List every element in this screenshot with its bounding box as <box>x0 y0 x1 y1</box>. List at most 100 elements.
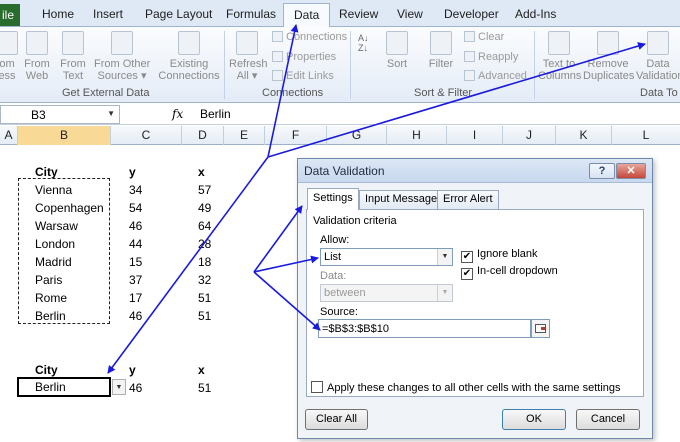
tab-review[interactable]: Review <box>339 7 378 21</box>
from-web-button[interactable]: From Web <box>22 31 52 82</box>
table-cell[interactable]: 44 <box>129 237 142 251</box>
filter-button[interactable]: Filter <box>426 31 456 70</box>
tab-developer[interactable]: Developer <box>444 7 499 21</box>
column-header-a[interactable]: A <box>0 126 18 145</box>
tab-insert[interactable]: Insert <box>93 7 123 21</box>
tab-input-message[interactable]: Input Message <box>359 190 444 209</box>
group-label-connections: Connections <box>262 87 324 99</box>
data-validation-button[interactable]: Data Validation <box>636 31 680 82</box>
column-header-e[interactable]: E <box>224 126 265 145</box>
collapse-dialog-button[interactable] <box>531 319 550 338</box>
from-access-button[interactable]: om ess <box>0 31 18 82</box>
cancel-button[interactable]: Cancel <box>576 409 640 430</box>
checkbox-checked-icon[interactable]: ✔ <box>461 268 473 280</box>
in-cell-dropdown-checkbox[interactable]: ✔ In-cell dropdown <box>461 265 558 280</box>
from-text-button[interactable]: From Text <box>58 31 88 82</box>
column-header-i[interactable]: I <box>447 126 503 145</box>
tab-view[interactable]: View <box>397 7 423 21</box>
column-header-j[interactable]: J <box>503 126 556 145</box>
checkbox-unchecked-icon[interactable] <box>311 381 323 393</box>
tab-formulas[interactable]: Formulas <box>226 7 276 21</box>
reapply-button[interactable]: Reapply <box>464 51 518 63</box>
text-to-columns-button[interactable]: Text to Columns <box>538 31 581 82</box>
column-header-l[interactable]: L <box>612 126 680 145</box>
advanced-filter-button[interactable]: Advanced <box>464 70 527 82</box>
table-cell[interactable]: 46 <box>129 309 142 323</box>
table-cell[interactable]: 64 <box>198 219 211 233</box>
column-header-h[interactable]: H <box>387 126 447 145</box>
apply-to-all-label: Apply these changes to all other cells w… <box>327 382 621 394</box>
ok-button[interactable]: OK <box>502 409 566 430</box>
lookup-y-value[interactable]: 46 <box>129 381 142 395</box>
column-header-d[interactable]: D <box>182 126 224 145</box>
column-header-k[interactable]: K <box>556 126 612 145</box>
sort-az-button[interactable]: A↓ Z↓ <box>358 33 369 53</box>
existing-connections-button[interactable]: Existing Connections <box>158 31 220 82</box>
close-button[interactable]: ✕ <box>616 163 646 179</box>
apply-to-all-checkbox[interactable]: Apply these changes to all other cells w… <box>311 381 621 394</box>
formula-input[interactable]: Berlin <box>200 107 231 121</box>
name-box[interactable]: B3 ▼ <box>0 105 120 124</box>
properties-button[interactable]: Properties <box>272 51 336 63</box>
lookup-x-value[interactable]: 51 <box>198 381 211 395</box>
clear-all-button[interactable]: Clear All <box>305 409 368 430</box>
tab-add-ins[interactable]: Add-Ins <box>515 7 556 21</box>
in-cell-dropdown-label: In-cell dropdown <box>477 265 558 277</box>
table-cell[interactable]: 15 <box>129 255 142 269</box>
table-cell[interactable]: 17 <box>129 291 142 305</box>
table-cell[interactable]: 28 <box>198 237 211 251</box>
from-other-sources-button[interactable]: From Other Sources ▾ <box>94 31 150 82</box>
remove-duplicates-button[interactable]: Remove Duplicates <box>583 31 634 82</box>
ribbon: om ess From Web From Text From Other Sou… <box>0 27 680 103</box>
column-header-g[interactable]: G <box>327 126 387 145</box>
cell-dropdown-arrow-icon[interactable]: ▼ <box>112 379 126 395</box>
tab-settings[interactable]: Settings <box>307 188 359 210</box>
table-cell[interactable]: 57 <box>198 183 211 197</box>
column-headers: A B C D E F G H I J K L <box>0 126 680 145</box>
sort-button[interactable]: Sort <box>382 31 412 70</box>
help-button[interactable]: ? <box>589 163 615 179</box>
column-header-c[interactable]: C <box>111 126 182 145</box>
dialog-titlebar[interactable]: Data Validation ? ✕ <box>298 159 652 183</box>
refresh-label-1: Refresh <box>229 58 268 70</box>
table-header-x[interactable]: x <box>198 165 205 179</box>
clear-filter-button[interactable]: Clear <box>464 31 504 43</box>
chevron-down-icon: ▼ <box>437 285 452 301</box>
edit-links-button[interactable]: Edit Links <box>272 70 334 82</box>
chevron-down-icon[interactable]: ▼ <box>437 249 452 265</box>
column-header-f[interactable]: F <box>265 126 327 145</box>
table-cell[interactable]: 49 <box>198 201 211 215</box>
tab-data[interactable]: Data <box>283 3 331 28</box>
table-cell[interactable]: 51 <box>198 309 211 323</box>
lookup-header-y[interactable]: y <box>129 363 136 377</box>
table-cell[interactable]: 32 <box>198 273 211 287</box>
lookup-header-city[interactable]: City <box>35 363 58 377</box>
tab-file[interactable]: ile <box>0 4 20 26</box>
allow-select[interactable]: List ▼ <box>320 248 453 266</box>
refresh-all-button[interactable]: Refresh All ▾ <box>229 31 268 82</box>
tab-page-layout[interactable]: Page Layout <box>145 7 212 21</box>
from-other-sources-label-1: From Other <box>94 58 151 70</box>
table-cell[interactable]: 37 <box>129 273 142 287</box>
lookup-header-x[interactable]: x <box>198 363 205 377</box>
range-select-icon <box>535 324 546 333</box>
lookup-city-value[interactable]: Berlin <box>35 380 66 394</box>
connections-label: Connections <box>286 31 348 43</box>
chevron-down-icon[interactable]: ▼ <box>107 109 115 118</box>
table-header-y[interactable]: y <box>129 165 136 179</box>
table-cell[interactable]: 46 <box>129 219 142 233</box>
column-header-b[interactable]: B <box>18 126 111 145</box>
table-header-city[interactable]: City <box>35 165 58 179</box>
source-input[interactable]: =$B$3:$B$10 <box>318 319 531 338</box>
settings-panel <box>306 209 644 397</box>
connections-button[interactable]: Connections <box>272 31 347 43</box>
table-cell[interactable]: 51 <box>198 291 211 305</box>
ignore-blank-checkbox[interactable]: ✔ Ignore blank <box>461 248 538 263</box>
checkbox-checked-icon[interactable]: ✔ <box>461 251 473 263</box>
table-cell[interactable]: 34 <box>129 183 142 197</box>
tab-home[interactable]: Home <box>42 7 74 21</box>
table-cell[interactable]: 54 <box>129 201 142 215</box>
table-cell[interactable]: 18 <box>198 255 211 269</box>
tab-error-alert[interactable]: Error Alert <box>437 190 499 209</box>
insert-function-icon[interactable]: fx <box>172 107 183 121</box>
